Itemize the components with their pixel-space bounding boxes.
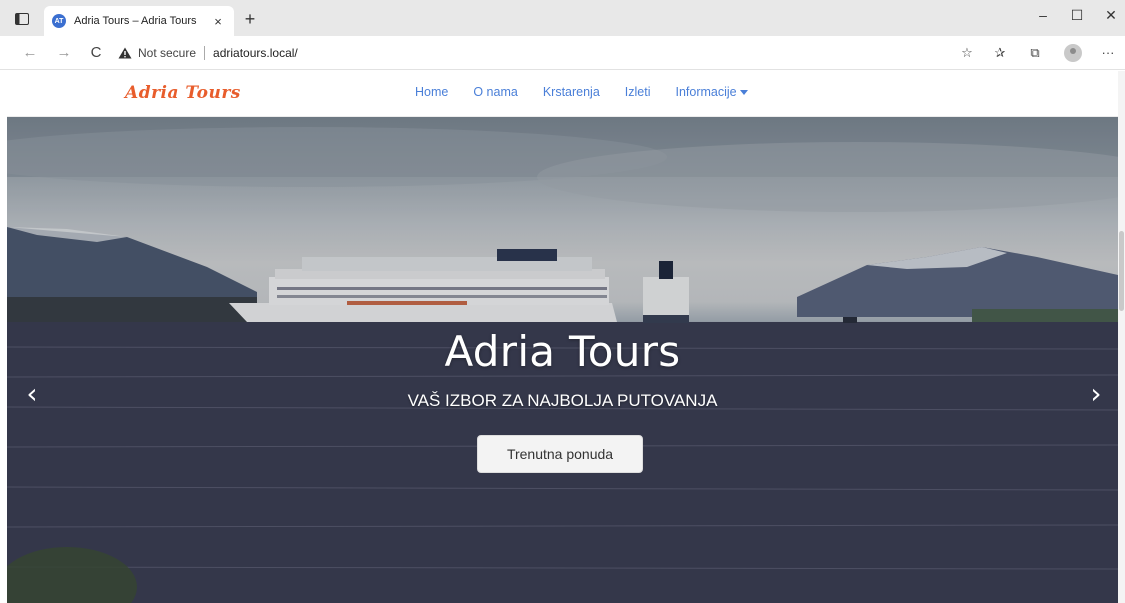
url-text[interactable]: adriatours.local/ [213, 46, 298, 60]
nav-item-informacije[interactable]: Informacije [676, 85, 748, 99]
hero-title: Adria Tours [444, 327, 681, 376]
nav-item-izleti[interactable]: Izleti [625, 85, 651, 99]
nav-item-krstarenja[interactable]: Krstarenja [543, 85, 600, 99]
new-tab-button[interactable]: + [238, 9, 262, 31]
hero-carousel: Adria Tours VAŠ IZBOR ZA NAJBOLJA PUTOVA… [7, 117, 1118, 603]
close-window-button[interactable]: ✕ [1096, 4, 1125, 26]
site-navbar: Adria Tours Home O nama Krstarenja Izlet… [7, 71, 1118, 117]
main-menu: Home O nama Krstarenja Izleti Informacij… [415, 85, 773, 99]
favorites-icon[interactable]: ✰ [990, 44, 1010, 62]
hero-subtitle: VAŠ IZBOR ZA NAJBOLJA PUTOVANJA [407, 391, 718, 410]
collections-icon[interactable]: ⧉ [1025, 44, 1045, 62]
current-offer-button[interactable]: Trenutna ponuda [477, 435, 643, 473]
more-icon[interactable]: ··· [1098, 44, 1118, 62]
warning-icon [118, 47, 132, 59]
profile-icon[interactable] [1064, 44, 1082, 62]
minimize-button[interactable]: – [1028, 4, 1058, 26]
browser-titlebar: AT Adria Tours – Adria Tours × + – ☐ ✕ [0, 0, 1125, 36]
tab-close-icon[interactable]: × [210, 14, 226, 29]
omnibox-separator [204, 46, 206, 60]
reload-button[interactable]: C [84, 42, 108, 64]
caret-down-icon [739, 90, 748, 96]
maximize-button[interactable]: ☐ [1062, 4, 1092, 26]
address-bar[interactable]: Not secure adriatours.local/ [118, 41, 998, 65]
security-label[interactable]: Not secure [138, 46, 196, 60]
nav-item-label: Informacije [675, 85, 737, 99]
browser-tab[interactable]: AT Adria Tours – Adria Tours × [44, 6, 234, 36]
forward-button[interactable]: → [52, 42, 76, 64]
scrollbar-thumb[interactable] [1119, 231, 1124, 311]
back-button[interactable]: ← [18, 42, 42, 64]
site-favicon-icon: AT [52, 14, 66, 28]
favorites-add-icon[interactable]: ☆ [957, 44, 977, 62]
tab-title: Adria Tours – Adria Tours [74, 15, 197, 27]
site-logo[interactable]: Adria Tours [125, 83, 241, 103]
carousel-next-icon[interactable]: › [1081, 379, 1111, 409]
page-scrollbar[interactable] [1118, 71, 1125, 603]
browser-toolbar: ← → C Not secure adriatours.local/ ☆ ✰ ⧉… [0, 36, 1125, 70]
carousel-prev-icon[interactable]: ‹ [17, 379, 47, 409]
nav-item-home[interactable]: Home [415, 85, 448, 99]
nav-item-o-nama[interactable]: O nama [473, 85, 517, 99]
tab-actions-icon[interactable] [8, 8, 36, 30]
